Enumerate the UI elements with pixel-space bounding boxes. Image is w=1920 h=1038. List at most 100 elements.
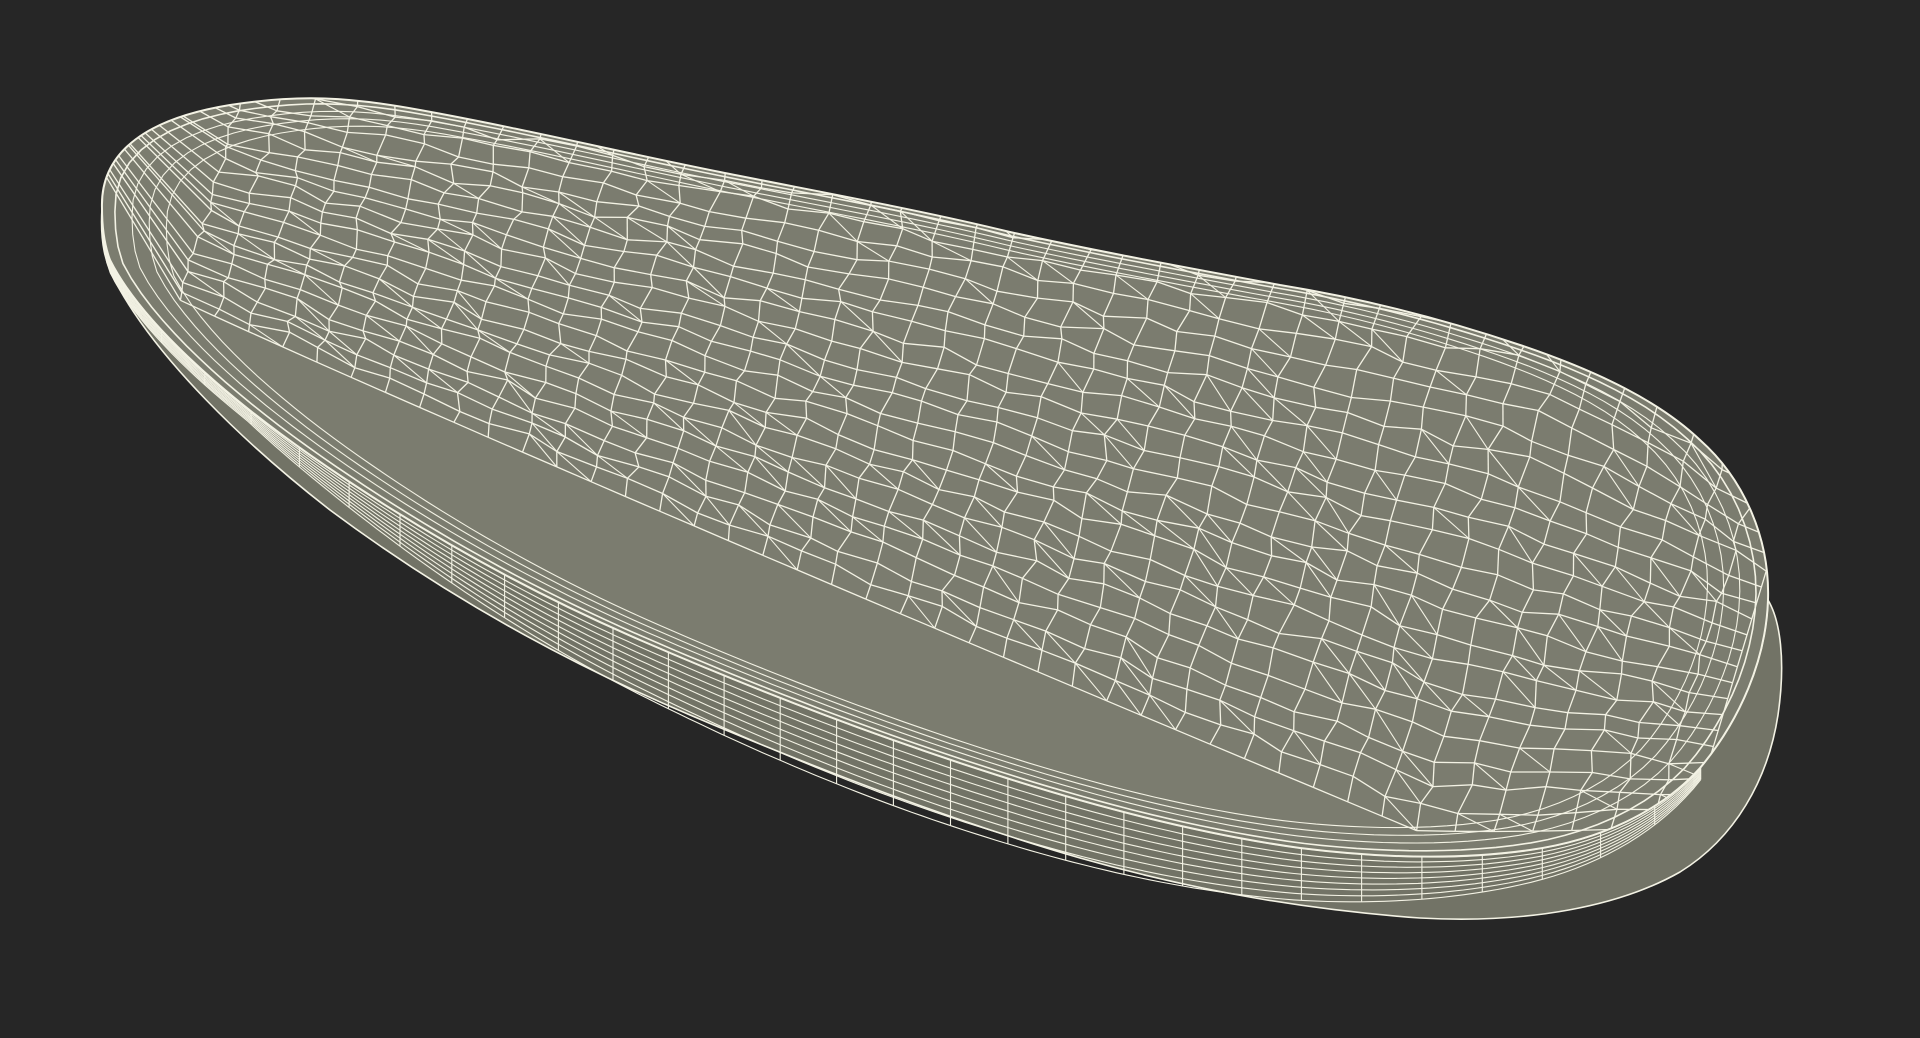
wire-edge [247, 80, 284, 86]
wire-edge [1630, 778, 1669, 781]
wire-edge [101, 98, 237, 119]
wire-edge [0, 0, 241, 96]
wire-edge [1056, 222, 1094, 231]
wire-edge [1785, 491, 1790, 507]
wire-edge [282, 86, 284, 94]
wire-edge [922, 520, 924, 540]
wire-edge [946, 202, 984, 211]
wire-edge [101, 98, 229, 145]
wire-edge [237, 225, 240, 234]
wire-edge [983, 209, 1021, 218]
wire-edge [1649, 557, 1652, 584]
wire-edge [1721, 448, 1724, 470]
wire-edge [1193, 401, 1196, 419]
wire-edge [832, 182, 838, 195]
wire-edge [319, 223, 322, 236]
wire-edge [309, 248, 311, 260]
wire-edge [1629, 753, 1632, 779]
wire-edge [101, 98, 229, 128]
wire-edge [1529, 313, 1535, 335]
wire-edge [1561, 320, 1571, 344]
wire-edge [871, 311, 874, 332]
wire-edge [521, 186, 524, 193]
wire-edge [1445, 347, 1481, 350]
wire-edge [1416, 829, 1456, 832]
wire-edge [1549, 771, 1593, 774]
wire-edge [1496, 306, 1534, 315]
wire-edge [1420, 292, 1425, 317]
wire-edge [284, 86, 321, 92]
wire-edge [1434, 761, 1475, 764]
wire-edge [836, 181, 874, 190]
wire-edge [723, 297, 726, 307]
wire-edge [101, 98, 203, 225]
wire-edge [1350, 278, 1388, 287]
wire-edge [1450, 299, 1461, 324]
wire-edge [764, 412, 767, 428]
wire-edge [248, 89, 282, 94]
wire-edge [1790, 475, 1795, 491]
wire-edge [1465, 394, 1468, 416]
wire-edge [1569, 320, 1604, 343]
wire-edge [1753, 483, 1769, 508]
wire-edge [1696, 406, 1701, 423]
wire-edge [101, 98, 240, 111]
wire-edge [872, 188, 910, 197]
wire-edge [1019, 215, 1057, 225]
wire-edge [1762, 451, 1769, 476]
wire-edge [1489, 325, 1531, 335]
wire-edge [389, 367, 391, 379]
wire-edge [1519, 747, 1555, 750]
wire-edge [1753, 468, 1760, 485]
wire-edge [1488, 306, 1498, 327]
wire-edge [578, 135, 616, 144]
wire-edge [101, 98, 227, 147]
wire-edge [211, 181, 214, 195]
wire-edge [1240, 257, 1277, 266]
wire-edge [1052, 486, 1055, 501]
wire-edge [355, 229, 358, 250]
wire-edge [487, 423, 490, 438]
wire-edge [303, 131, 306, 150]
wire-edge [666, 225, 669, 242]
insole-wireframe-render [0, 0, 1795, 920]
wire-edge [1093, 229, 1131, 238]
wire-edge [405, 319, 408, 326]
wire-edge [1219, 700, 1222, 725]
wire-edge [1562, 342, 1596, 362]
wire-edge [1657, 384, 1668, 403]
wire-edge [1386, 285, 1424, 294]
wire-edge [500, 249, 503, 267]
wire-edge [1253, 716, 1256, 735]
wire-edge [1051, 223, 1058, 241]
wire-edge [1056, 594, 1059, 610]
wire-edge [1533, 313, 1571, 322]
wire-edge [247, 324, 251, 332]
wire-edge [1273, 264, 1278, 283]
wire-edge [1771, 539, 1776, 555]
wire-edge [1594, 341, 1604, 362]
wire-edge [247, 80, 248, 89]
wire-edge [1762, 451, 1769, 492]
wire-edge [268, 133, 270, 153]
wire-edge [762, 168, 800, 177]
wire-edge [725, 161, 764, 170]
wire-edge [983, 324, 986, 339]
wire-edge [1776, 523, 1781, 539]
wire-edge [1090, 230, 1095, 250]
wire-edge [1758, 452, 1764, 469]
wire-edge [1751, 504, 1769, 524]
wire-edge [264, 279, 267, 289]
wire-edge [1460, 299, 1497, 308]
wire-edge [909, 195, 947, 204]
wire-edge [101, 98, 214, 183]
wire-edge [1313, 271, 1351, 280]
wire-edge [689, 155, 727, 163]
wire-edge [1731, 428, 1764, 453]
wire-edge [1722, 429, 1732, 450]
wire-edge [414, 161, 417, 167]
wire-edge [1166, 243, 1204, 252]
wire-edge [1276, 264, 1314, 273]
wire-edge [1620, 661, 1623, 674]
wire-edge [1203, 250, 1241, 259]
